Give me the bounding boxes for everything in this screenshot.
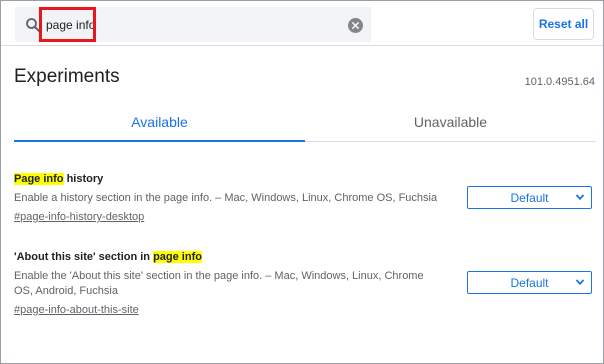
select-value: Default xyxy=(510,190,549,205)
search-box[interactable] xyxy=(15,7,371,42)
active-tab-indicator xyxy=(14,140,305,142)
reset-all-button[interactable]: Reset all xyxy=(533,8,594,40)
experiment-title: Page info history xyxy=(14,172,596,186)
header-bar: Reset all xyxy=(1,1,603,46)
experiment-link[interactable]: #page-info-about-this-site xyxy=(14,303,596,317)
experiment-link[interactable]: #page-info-history-desktop xyxy=(14,210,596,224)
version-label: 101.0.4951.64 xyxy=(524,76,595,88)
search-match-highlight: Page info xyxy=(14,173,64,185)
experiment-page-info-history: Page info history Enable a history secti… xyxy=(14,172,596,224)
experiment-description: Enable the 'About this site' section in … xyxy=(14,270,424,297)
experiment-title: 'About this site' section in page info xyxy=(14,250,596,264)
experiment-title-rest: history xyxy=(63,173,104,185)
experiment-page-info-about-this-site: 'About this site' section in page info E… xyxy=(14,250,596,317)
close-icon[interactable] xyxy=(348,18,363,33)
experiment-title-prefix: 'About this site' section in xyxy=(14,251,154,263)
search-match-highlight: page info xyxy=(153,251,202,263)
page-title: Experiments xyxy=(14,66,120,87)
tab-unavailable[interactable]: Unavailable xyxy=(305,102,596,142)
tab-available-label: Available xyxy=(131,114,188,130)
search-input[interactable] xyxy=(46,16,326,34)
tab-unavailable-label: Unavailable xyxy=(413,114,488,130)
select-value: Default xyxy=(510,275,549,290)
experiment-state-select[interactable]: Default xyxy=(467,186,592,209)
chevron-down-icon xyxy=(575,279,585,286)
tab-bar: Available Unavailable xyxy=(14,102,596,142)
search-icon xyxy=(26,18,40,32)
chevron-down-icon xyxy=(575,194,585,201)
experiment-state-select[interactable]: Default xyxy=(467,271,592,294)
tab-available[interactable]: Available xyxy=(14,102,305,142)
experiment-description: Enable a history section in the page inf… xyxy=(14,192,438,204)
